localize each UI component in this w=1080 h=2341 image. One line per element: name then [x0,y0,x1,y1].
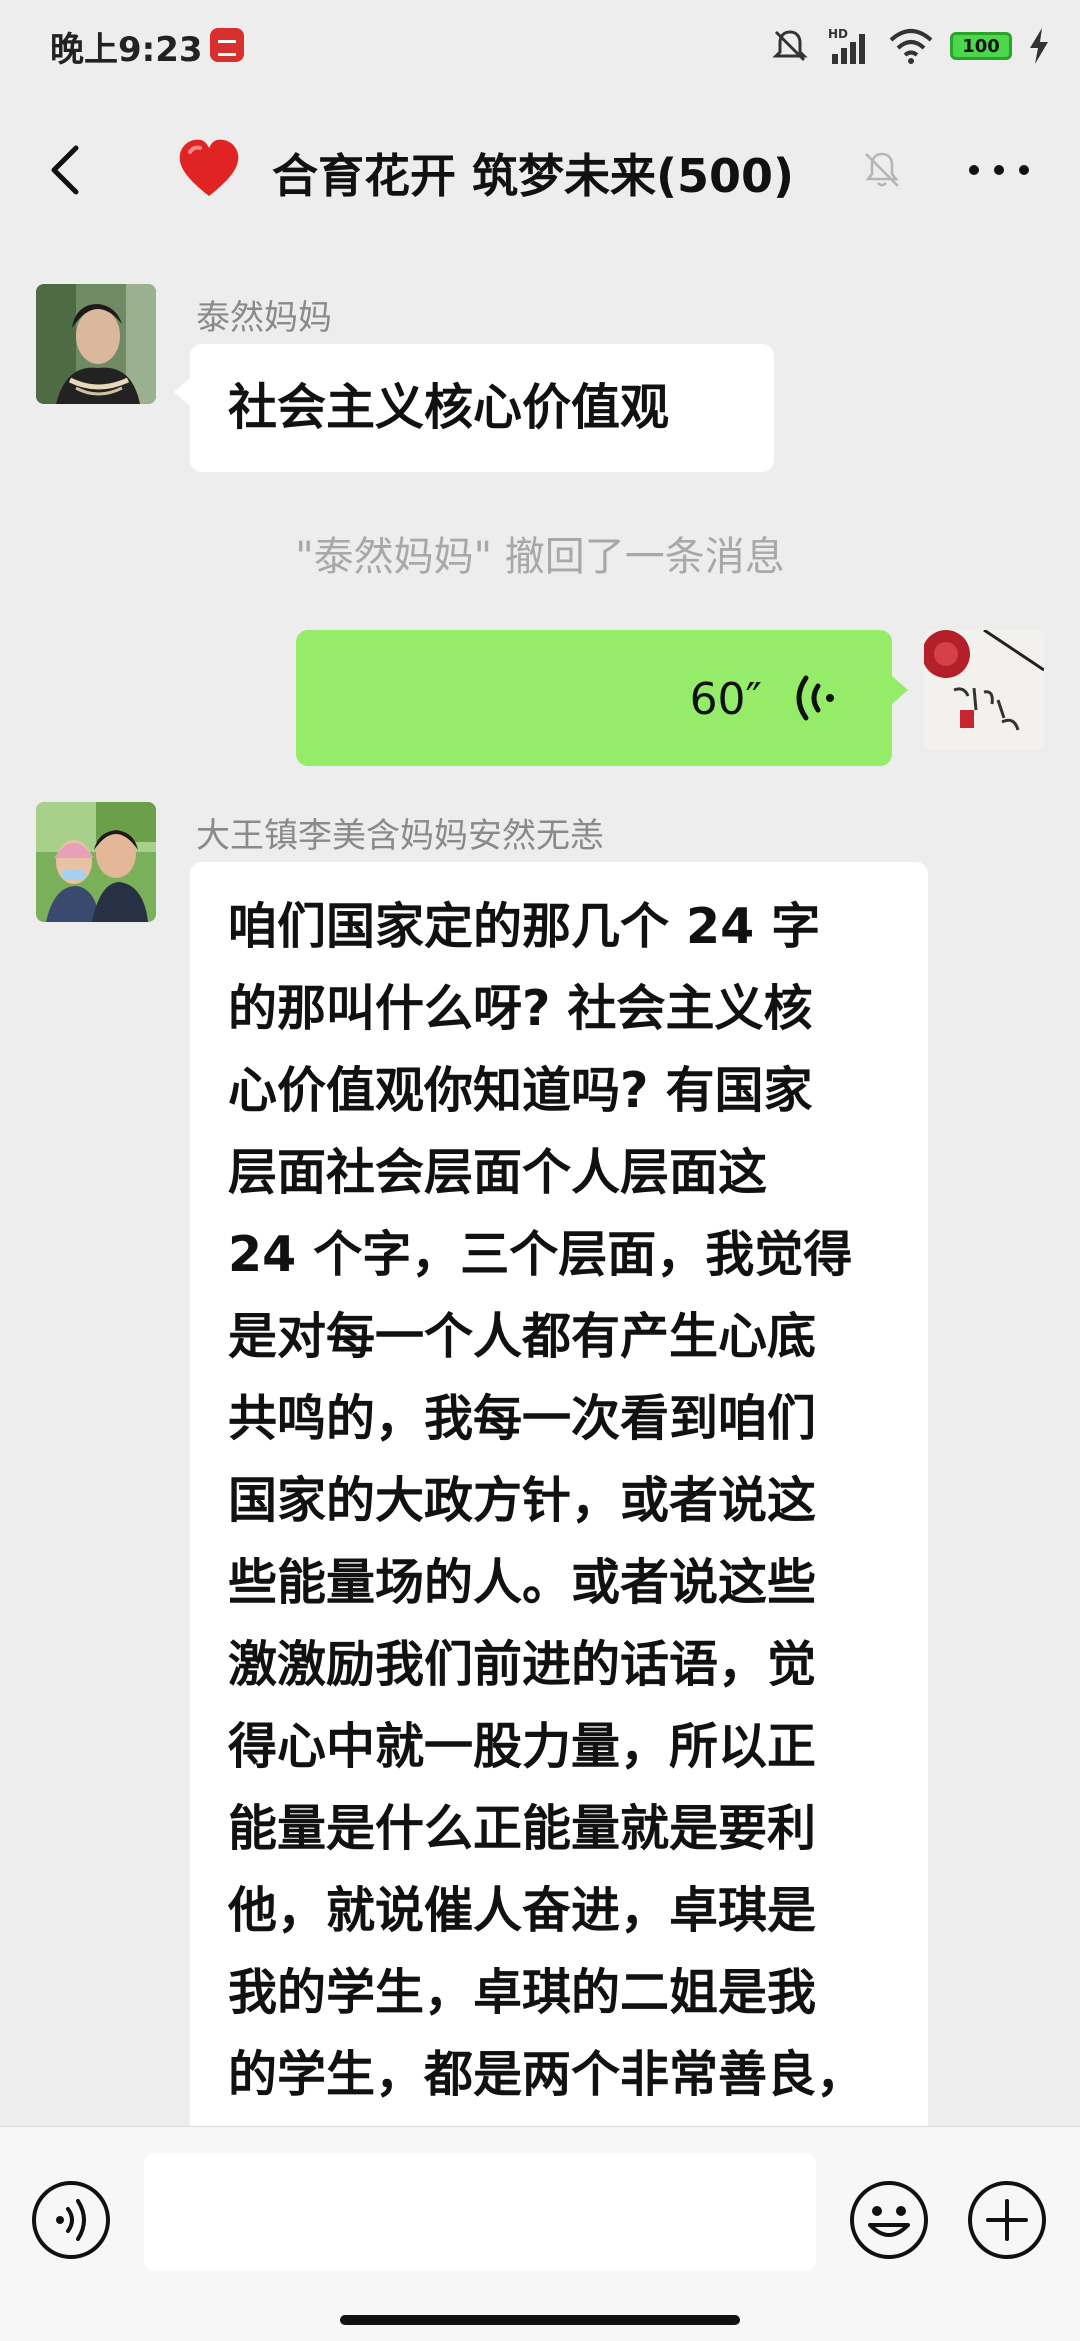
message-line: 咱们国家定的那几个 24 字 [228,898,821,955]
notification-app-icon [210,28,244,62]
status-bar: 晚上9:23 HD 100 [0,0,1080,100]
emoji-icon[interactable] [848,2179,930,2261]
charging-icon [1030,28,1048,64]
voice-duration: 60″ [689,674,762,725]
chat-input-bar [0,2126,1080,2341]
message-line: 能量是什么正能量就是要利 [228,1800,817,1857]
message-bubble-long[interactable]: 咱们国家定的那几个 24 字 的那叫什么呀? 社会主义核 心价值观你知道吗? 有… [190,862,928,2142]
voice-message-bubble[interactable]: 60″ [296,630,908,766]
voice-playback-icon [796,675,834,721]
silent-mode-icon [772,30,808,62]
avatar-self[interactable] [924,630,1044,750]
message-line: 激激励我们前进的话语，觉 [228,1636,817,1693]
chat-title: 合育花开 筑梦未来(500) [272,149,795,203]
sender-name: 大王镇李美含妈妈安然无恙 [196,816,604,856]
message-line: 的那叫什么呀? 社会主义核 [228,980,813,1037]
message-line: 他，就说催人奋进，卓琪是 [228,1882,817,1939]
message-input[interactable] [144,2153,816,2271]
avatar-sender-1[interactable] [36,284,156,404]
battery-icon: 100 [950,32,1012,60]
message-line: 国家的大政方针，或者说这 [228,1472,817,1529]
home-indicator[interactable] [340,2315,740,2325]
message-line: 24 个字，三个层面，我觉得 [228,1226,853,1283]
message-line: 层面社会层面个人层面这 [228,1144,768,1201]
sender-name: 泰然妈妈 [196,298,332,338]
message-line: 些能量场的人。或者说这些 [228,1554,817,1611]
message-bubble[interactable]: 社会主义核心价值观 [174,344,774,472]
svg-text:HD: HD [828,27,848,41]
status-indicators: HD 100 [770,24,1050,68]
red-heart-icon [179,139,239,196]
back-arrow-icon[interactable] [38,140,98,200]
message-line: 得心中就一股力量，所以正 [228,1718,817,1775]
message-line: 是对每一个人都有产生心底 [228,1308,817,1365]
message-line: 的学生，都是两个非常善良， [228,2046,866,2103]
avatar-sender-2[interactable] [36,802,156,922]
plus-icon[interactable] [966,2179,1048,2261]
more-options-icon[interactable] [964,160,1034,180]
recall-notice: "泰然妈妈" 撤回了一条消息 [295,534,785,580]
voice-input-toggle-icon[interactable] [30,2179,112,2261]
chat-header: 合育花开 筑梦未来(500) [0,100,1080,240]
signal-icon: HD [828,27,865,64]
wifi-icon [889,29,933,64]
message-line: 共鸣的，我每一次看到咱们 [228,1390,817,1447]
status-time: 晚上9:23 [50,30,203,70]
mute-notifications-icon [865,152,899,187]
message-line: 我的学生，卓琪的二姐是我 [228,1964,817,2021]
message-text: 社会主义核心价值观 [228,379,670,436]
message-line: 心价值观你知道吗? 有国家 [228,1062,813,1119]
